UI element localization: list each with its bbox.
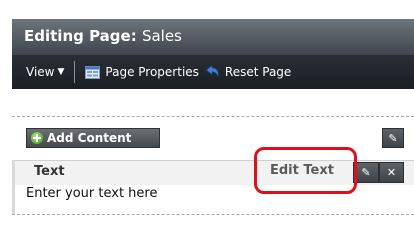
reset-page-label: Reset Page	[224, 65, 292, 79]
text-content[interactable]: Enter your text here	[26, 186, 157, 201]
content-close-button[interactable]: ✕	[379, 162, 404, 183]
text-region-title: Text	[34, 164, 65, 179]
page-properties-icon	[85, 65, 101, 79]
editing-page-name: Sales	[141, 27, 182, 45]
editing-title-bar: Editing Page: Sales	[12, 19, 414, 55]
add-content-button[interactable]: Add Content	[26, 128, 160, 148]
region-bottom-divider	[12, 214, 414, 215]
editing-title-prefix: Editing Page:	[24, 27, 137, 45]
plus-icon	[31, 132, 43, 144]
region-edit-button[interactable]: ✎	[382, 128, 404, 148]
toolbar-separator	[74, 61, 76, 83]
page-properties-label: Page Properties	[105, 65, 199, 79]
reset-page-button[interactable]: Reset Page	[199, 64, 292, 79]
reset-arrow-icon	[205, 64, 221, 79]
pencil-icon: ✎	[361, 166, 371, 179]
highlight-callout	[254, 147, 357, 194]
page-editor: Editing Page: Sales View ▼ Page Properti…	[0, 0, 414, 241]
add-content-label: Add Content	[47, 131, 132, 145]
region-border	[12, 160, 15, 214]
view-menu-button[interactable]: View ▼	[26, 65, 64, 79]
chevron-down-icon: ▼	[57, 67, 65, 77]
close-icon: ✕	[386, 166, 397, 179]
region-divider	[12, 116, 414, 117]
view-menu-label: View	[26, 65, 55, 79]
page-properties-button[interactable]: Page Properties	[85, 65, 199, 79]
pencil-icon: ✎	[388, 131, 398, 145]
editor-toolbar: View ▼ Page Properties Reset Page	[12, 55, 414, 89]
